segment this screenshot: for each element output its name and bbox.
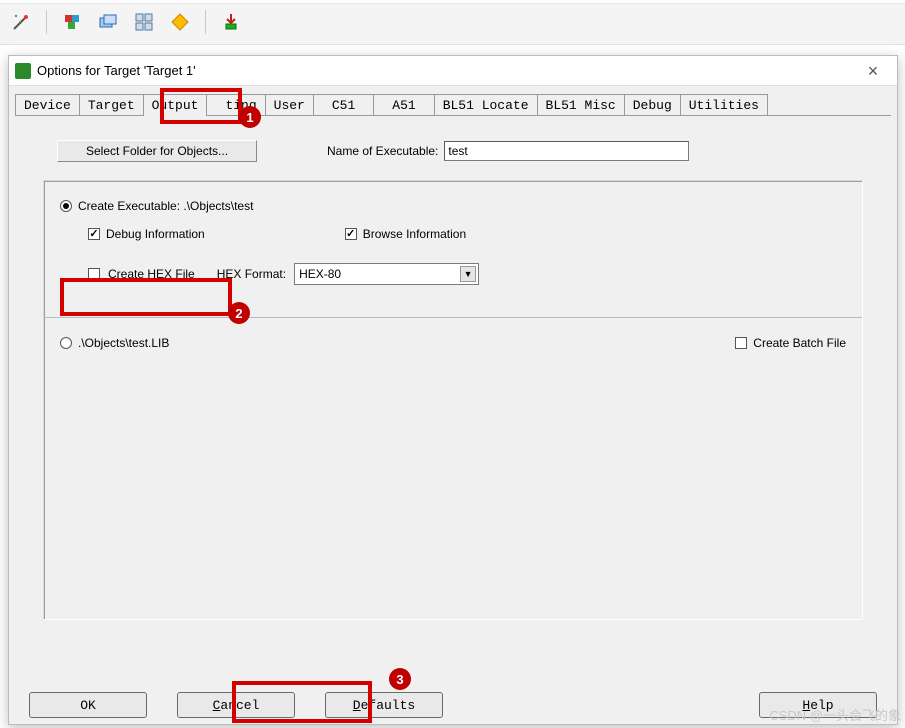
tab-utilities[interactable]: Utilities	[680, 94, 768, 116]
tab-output[interactable]: Output	[143, 94, 208, 116]
hex-format-combo[interactable]: HEX-80 ▼	[294, 263, 479, 285]
executable-name-input[interactable]	[444, 141, 689, 161]
tab-bl51-misc[interactable]: BL51 Misc	[537, 94, 625, 116]
browse-information-label: Browse Information	[363, 227, 466, 241]
watermark: CSDN @一头会飞的象	[769, 705, 901, 724]
name-of-executable-label: Name of Executable:	[327, 144, 438, 158]
toolbar-separator	[46, 10, 47, 34]
tab-content: Select Folder for Objects... Name of Exe…	[9, 116, 897, 630]
close-icon[interactable]: ×	[853, 56, 893, 86]
tab-strip: Device Target Output ting User C51 A51 B…	[9, 86, 897, 116]
tab-bl51-locate[interactable]: BL51 Locate	[434, 94, 538, 116]
diamond-icon[interactable]	[169, 11, 191, 33]
tab-device[interactable]: Device	[15, 94, 80, 116]
tab-debug[interactable]: Debug	[624, 94, 681, 116]
cubes-icon[interactable]	[61, 11, 83, 33]
tiles-icon[interactable]	[133, 11, 155, 33]
cancel-button[interactable]: Cancel	[177, 692, 295, 718]
create-hex-file-label: Create HEX File	[108, 267, 195, 281]
debug-information-label: Debug Information	[106, 227, 205, 241]
tab-c51[interactable]: C51	[313, 94, 374, 116]
select-folder-button[interactable]: Select Folder for Objects...	[57, 140, 257, 162]
dialog-title: Options for Target 'Target 1'	[37, 63, 853, 78]
tab-target[interactable]: Target	[79, 94, 144, 116]
tab-user[interactable]: User	[265, 94, 314, 116]
defaults-button[interactable]: Defaults	[325, 692, 443, 718]
debug-information-checkbox[interactable]	[88, 228, 100, 240]
layers-icon[interactable]	[97, 11, 119, 33]
ok-button[interactable]: OK	[29, 692, 147, 718]
hex-format-label: HEX Format:	[217, 267, 286, 281]
group-divider	[44, 317, 862, 318]
hex-format-value: HEX-80	[299, 267, 341, 281]
tab-a51[interactable]: A51	[373, 94, 434, 116]
create-library-radio[interactable]	[60, 337, 72, 349]
app-toolbar	[0, 0, 905, 45]
create-library-label: .\Objects\test.LIB	[78, 336, 169, 350]
wand-icon[interactable]	[10, 11, 32, 33]
output-groupbox: Create Executable: .\Objects\test Debug …	[43, 180, 863, 620]
create-batch-file-checkbox[interactable]	[735, 337, 747, 349]
chevron-down-icon: ▼	[460, 266, 476, 282]
dialog-buttonbar: OK Cancel Defaults Help	[9, 692, 897, 718]
annotation-badge-1: 1	[239, 106, 261, 128]
browse-information-checkbox[interactable]	[345, 228, 357, 240]
create-executable-radio[interactable]	[60, 200, 72, 212]
download-icon[interactable]	[220, 11, 242, 33]
annotation-badge-3: 3	[389, 668, 411, 690]
titlebar: Options for Target 'Target 1' ×	[9, 56, 897, 86]
options-dialog: Options for Target 'Target 1' × Device T…	[8, 55, 898, 725]
create-batch-file-label: Create Batch File	[753, 336, 846, 350]
create-hex-file-checkbox[interactable]	[88, 268, 100, 280]
toolbar-separator	[205, 10, 206, 34]
app-icon	[15, 63, 31, 79]
create-executable-label: Create Executable: .\Objects\test	[78, 199, 253, 213]
annotation-badge-2: 2	[228, 302, 250, 324]
